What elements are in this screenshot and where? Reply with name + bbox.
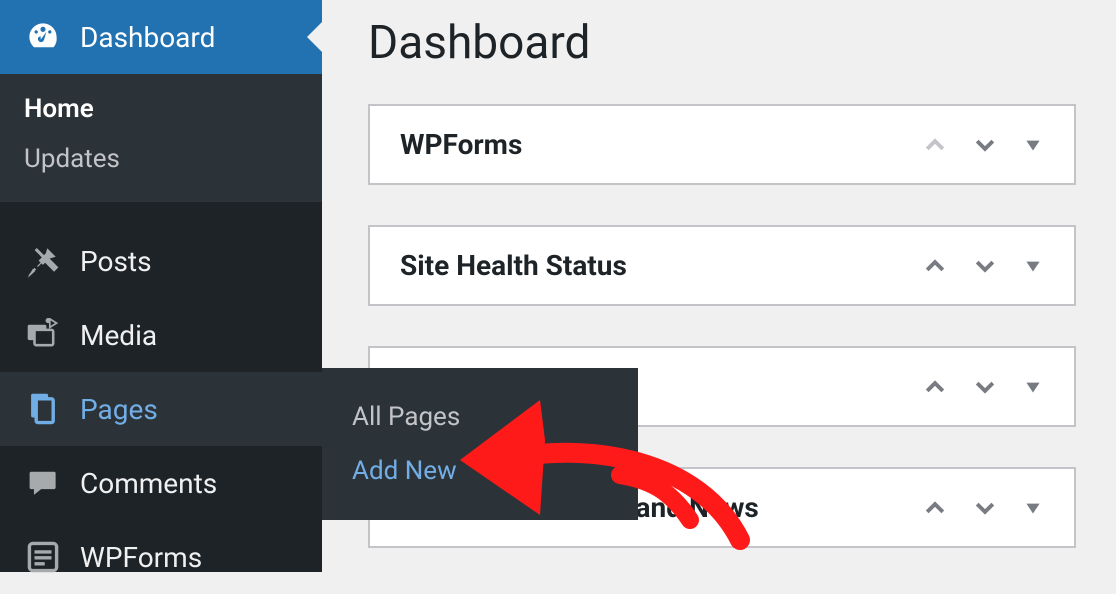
widget-site-health: Site Health Status xyxy=(368,225,1076,306)
sidebar-item-dashboard[interactable]: Dashboard xyxy=(0,0,322,74)
move-up-icon[interactable] xyxy=(922,253,948,279)
widget-wpforms: WPForms xyxy=(368,104,1076,185)
move-down-icon[interactable] xyxy=(972,374,998,400)
move-down-icon[interactable] xyxy=(972,132,998,158)
widget-controls xyxy=(922,253,1044,279)
pages-icon xyxy=(24,390,62,428)
sidebar-dashboard-label: Dashboard xyxy=(80,21,215,54)
sidebar-item-posts[interactable]: Posts xyxy=(0,224,322,298)
admin-sidebar: Dashboard Home Updates Posts Media Pages… xyxy=(0,0,322,572)
flyout-item-all-pages[interactable]: All Pages xyxy=(322,390,638,444)
separator xyxy=(0,202,322,224)
toggle-icon[interactable] xyxy=(1022,376,1044,398)
comments-icon xyxy=(24,464,62,502)
widget-title: WPForms xyxy=(400,128,522,161)
sidebar-pages-label: Pages xyxy=(80,393,158,426)
page-title: Dashboard xyxy=(368,16,1076,70)
toggle-icon[interactable] xyxy=(1022,134,1044,156)
pages-flyout-menu: All Pages Add New xyxy=(322,368,638,520)
sidebar-posts-label: Posts xyxy=(80,245,152,278)
sidebar-media-label: Media xyxy=(80,319,157,352)
move-up-icon[interactable] xyxy=(922,495,948,521)
sidebar-wpforms-label: WPForms xyxy=(80,541,202,574)
flyout-item-add-new[interactable]: Add New xyxy=(322,444,638,498)
widget-controls xyxy=(922,495,1044,521)
widget-controls xyxy=(922,374,1044,400)
move-up-icon[interactable] xyxy=(922,374,948,400)
sidebar-item-comments[interactable]: Comments xyxy=(0,446,322,520)
wpforms-icon xyxy=(24,538,62,576)
sidebar-item-wpforms[interactable]: WPForms xyxy=(0,520,322,594)
move-down-icon[interactable] xyxy=(972,253,998,279)
move-down-icon[interactable] xyxy=(972,495,998,521)
widget-title: Site Health Status xyxy=(400,249,627,282)
toggle-icon[interactable] xyxy=(1022,497,1044,519)
sidebar-item-pages[interactable]: Pages xyxy=(0,372,322,446)
sidebar-comments-label: Comments xyxy=(80,467,217,500)
dashboard-icon xyxy=(24,18,62,56)
sidebar-submenu-dashboard: Home Updates xyxy=(0,74,322,202)
sidebar-item-media[interactable]: Media xyxy=(0,298,322,372)
widget-controls xyxy=(922,132,1044,158)
pin-icon xyxy=(24,242,62,280)
move-up-icon[interactable] xyxy=(922,132,948,158)
media-icon xyxy=(24,316,62,354)
toggle-icon[interactable] xyxy=(1022,255,1044,277)
submenu-item-home[interactable]: Home xyxy=(0,84,322,134)
submenu-item-updates[interactable]: Updates xyxy=(0,134,322,184)
